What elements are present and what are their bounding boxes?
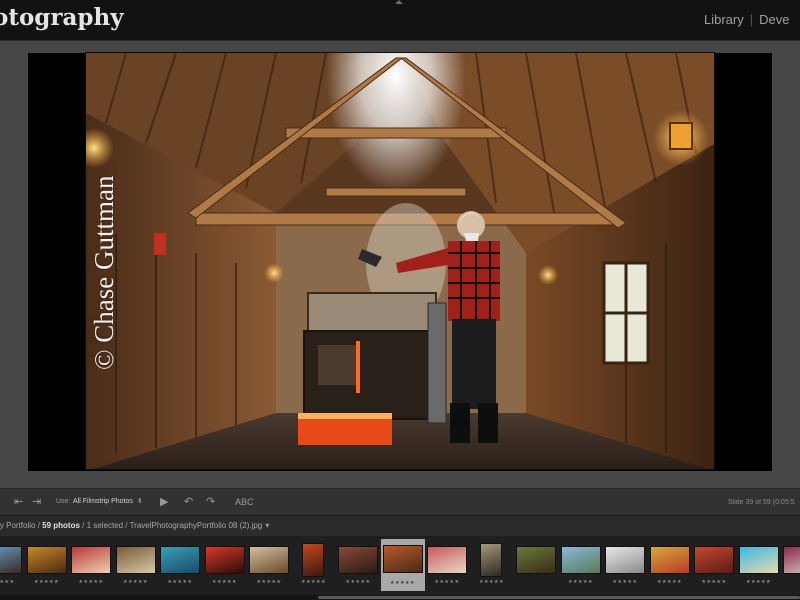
filmstrip-scrollbar[interactable] bbox=[0, 595, 800, 600]
filmstrip: ★★★★★ ★★★★★ ★★★★★ ★★★★★ ★★★★★ ★★★★★ ★★★★★ ★★★★★… bbox=[0, 536, 800, 600]
filmstrip-thumbnail[interactable]: ★★★★★ bbox=[158, 543, 202, 589]
filmstrip-thumbnail[interactable]: ★★★★★ bbox=[737, 543, 781, 589]
filmstrip-thumbnail[interactable]: ★★★★★ bbox=[559, 543, 603, 589]
filmstrip-thumbnail[interactable]: ★★★★★ bbox=[648, 543, 692, 589]
source-breadcrumb[interactable]: phy Portfolio / 59 photos / 1 selected /… bbox=[0, 521, 269, 530]
thumbnail-image bbox=[301, 543, 324, 577]
module-separator: | bbox=[749, 12, 754, 27]
source-dropdown-icon[interactable]: ▾ bbox=[265, 521, 269, 530]
star-rating: ★★★★★ bbox=[78, 579, 104, 585]
copyright-watermark: © Chase Guttman bbox=[89, 175, 119, 370]
star-rating: ★★★★★ bbox=[701, 579, 727, 585]
filmstrip-thumbnail[interactable]: ★★★★★ bbox=[603, 543, 647, 589]
filmstrip-header: phy Portfolio / 59 photos / 1 selected /… bbox=[0, 516, 800, 536]
thumbnail-image bbox=[115, 546, 156, 574]
collapse-top-panel-icon[interactable] bbox=[395, 0, 403, 4]
thumbnail-image bbox=[479, 543, 502, 577]
thumbnail-image bbox=[605, 546, 645, 574]
thumbnail-image bbox=[738, 546, 779, 574]
star-rating: ★★★★★ bbox=[0, 579, 15, 585]
filmstrip-thumbnail[interactable]: ★★★★★ bbox=[247, 543, 291, 589]
module-develop[interactable]: Deve bbox=[759, 12, 789, 27]
use-filter-select[interactable]: All Filmstrip Photos ⬍ bbox=[73, 497, 143, 505]
add-text-button[interactable]: ABC bbox=[235, 497, 254, 507]
filmstrip-thumbnail[interactable]: ★★★★★ bbox=[425, 543, 469, 589]
rotate-right-icon[interactable]: ↷ bbox=[206, 495, 215, 508]
star-rating: ★★★★★ bbox=[167, 579, 193, 585]
star-rating: ★★★★★ bbox=[479, 579, 504, 585]
thumbnail-image bbox=[26, 546, 67, 574]
thumbnail-image bbox=[249, 546, 289, 574]
module-picker: Library | Deve bbox=[704, 12, 800, 27]
thumbnail-image bbox=[427, 546, 467, 574]
collection-name: phy Portfolio bbox=[0, 521, 36, 530]
filmstrip-thumbnail[interactable]: ★★★★★ bbox=[25, 543, 69, 589]
module-library[interactable]: Library bbox=[704, 12, 744, 27]
star-rating: ★★★★★ bbox=[301, 579, 326, 585]
star-rating: ★★★★★ bbox=[34, 579, 59, 585]
filmstrip-scroll-thumb[interactable] bbox=[318, 596, 800, 599]
thumbnail-image bbox=[649, 546, 690, 574]
star-rating: ★★★★★ bbox=[612, 579, 638, 585]
chevron-down-icon: ⬍ bbox=[136, 498, 143, 505]
sugar-shack-photo bbox=[86, 53, 714, 469]
filmstrip-thumbnail[interactable]: ★★★★★ bbox=[470, 543, 514, 589]
star-rating: ★★★★★ bbox=[568, 579, 593, 585]
filmstrip-thumbnail[interactable]: ★★★★★ bbox=[380, 539, 425, 591]
star-rating: ★★★★★ bbox=[212, 579, 237, 585]
use-label: Use: bbox=[56, 498, 71, 505]
filmstrip-thumbnail[interactable]: ★★★★★ bbox=[292, 543, 336, 589]
star-rating: ★★★★★ bbox=[746, 579, 771, 585]
slide-counter: Slide 39 of 59 (0:05:5 bbox=[728, 499, 795, 506]
star-rating: ★★★★★ bbox=[657, 579, 682, 585]
star-rating: ★★★★★ bbox=[390, 580, 415, 586]
filmstrip-thumbnail[interactable]: ★★★★★ bbox=[114, 543, 158, 589]
thumbnail-image bbox=[694, 546, 734, 574]
slideshow-toolbar: ⇤ ⇥ Use: All Filmstrip Photos ⬍ ▶ ↶ ↷ ABC… bbox=[0, 488, 800, 516]
thumbnail-image bbox=[516, 546, 556, 574]
thumbnail-image bbox=[160, 546, 200, 574]
thumbnail-image bbox=[382, 545, 423, 573]
thumbnail-image bbox=[71, 546, 111, 574]
use-filter-value: All Filmstrip Photos bbox=[73, 498, 133, 505]
thumbnail-image bbox=[560, 546, 601, 574]
filmstrip-thumbnail[interactable]: ★★★★★ bbox=[692, 543, 736, 589]
filmstrip-thumbnail[interactable]: ★★★★★ bbox=[0, 543, 24, 589]
identity-plate: otography bbox=[0, 4, 124, 31]
identity-bar: otography Library | Deve bbox=[0, 0, 800, 40]
slide-photo[interactable] bbox=[85, 52, 715, 470]
star-rating: ★★★★★ bbox=[345, 579, 371, 585]
play-icon[interactable]: ▶ bbox=[160, 495, 168, 508]
star-rating: ★★★★★ bbox=[123, 579, 148, 585]
previous-slide-icon[interactable]: ⇤ bbox=[14, 495, 23, 508]
thumbnail-image bbox=[204, 546, 245, 574]
thumbnail-image bbox=[338, 546, 378, 574]
selection-count: / 1 selected / bbox=[79, 521, 130, 530]
filmstrip-thumbnail[interactable]: ★★★★★ bbox=[336, 543, 380, 589]
rotate-left-icon[interactable]: ↶ bbox=[184, 495, 193, 508]
filmstrip-thumbnail[interactable]: ★★★★★ bbox=[69, 543, 113, 589]
thumbnail-image bbox=[0, 546, 22, 574]
photo-count: 59 photos bbox=[42, 521, 80, 530]
selected-filename: TravelPhotographyPortfolio 08 (2).jpg bbox=[129, 521, 263, 530]
filmstrip-thumbnail[interactable]: ★★★★★ bbox=[203, 543, 247, 589]
star-rating: ★★★★★ bbox=[256, 579, 282, 585]
star-rating: ★★★★★ bbox=[434, 579, 460, 585]
filmstrip-thumbnail[interactable] bbox=[781, 543, 800, 589]
thumbnail-image bbox=[783, 546, 800, 574]
next-slide-icon[interactable]: ⇥ bbox=[32, 495, 41, 508]
filmstrip-thumbnail[interactable] bbox=[514, 543, 558, 589]
